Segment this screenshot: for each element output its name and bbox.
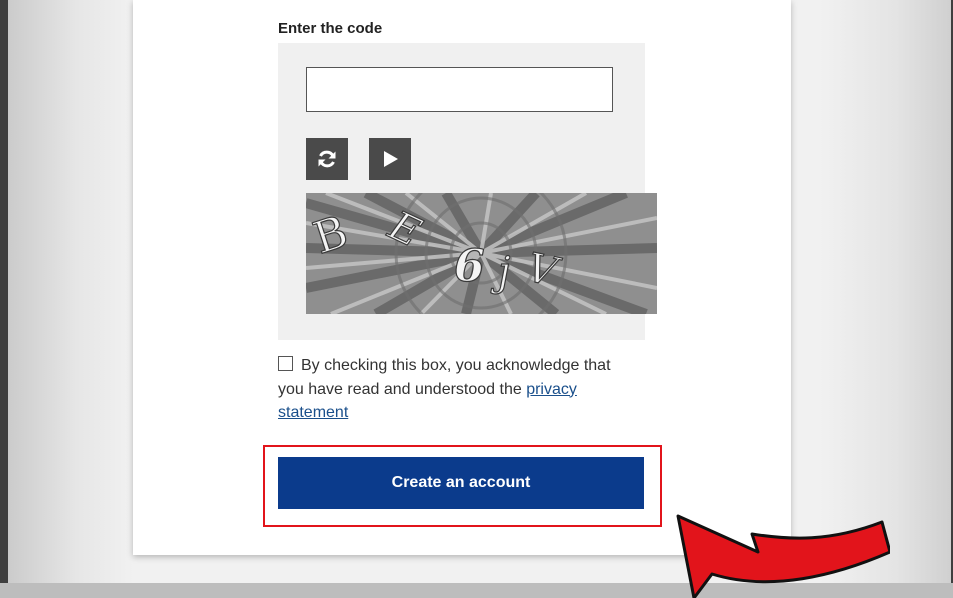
captcha-code-input[interactable]	[306, 67, 613, 112]
refresh-icon	[318, 150, 336, 168]
window-edge-left	[0, 0, 8, 598]
refresh-captcha-button[interactable]	[306, 138, 348, 180]
play-icon	[384, 151, 398, 167]
create-account-button[interactable]: Create an account	[278, 457, 644, 509]
code-label: Enter the code	[278, 20, 383, 37]
audio-captcha-button[interactable]	[369, 138, 411, 180]
svg-text:6: 6	[454, 241, 485, 292]
captcha-image: B E 6 j V	[306, 193, 657, 314]
curved-arrow-icon	[676, 514, 890, 598]
checkbox-icon[interactable]	[278, 356, 293, 371]
privacy-consent: By checking this box, you acknowledge th…	[278, 354, 618, 425]
